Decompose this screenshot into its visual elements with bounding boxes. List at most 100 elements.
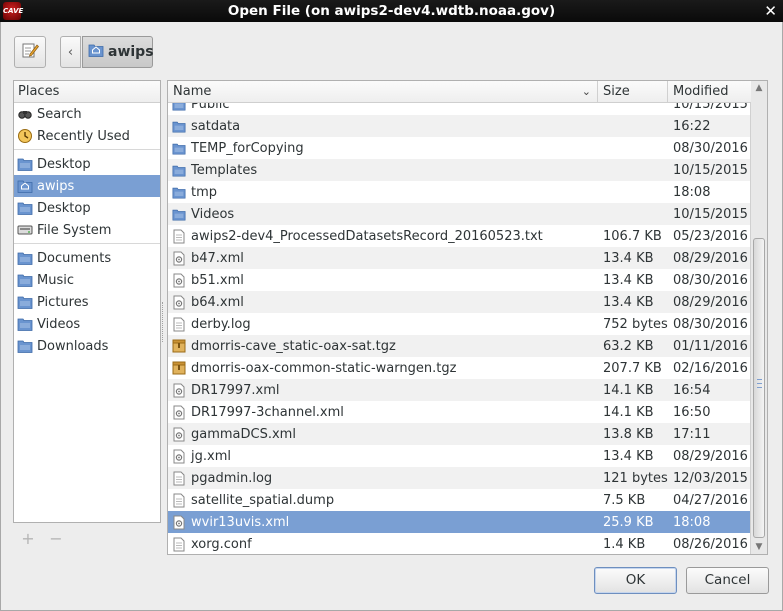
folder-row[interactable]: Templates 10/15/2015: [168, 159, 751, 181]
path-segment-label: awips: [108, 44, 154, 60]
file-row[interactable]: dmorris-cave_static-oax-sat.tgz 63.2 KB 01…: [168, 335, 751, 357]
folder-row[interactable]: tmp 18:08: [168, 181, 751, 203]
column-size[interactable]: Size: [598, 81, 668, 102]
place-item-awips[interactable]: awips: [14, 175, 160, 197]
file-name: DR17997.xml: [191, 382, 280, 398]
place-item-music[interactable]: Music: [14, 269, 160, 291]
ok-button[interactable]: OK: [594, 567, 677, 594]
modified-cell: 08/29/2016: [673, 448, 748, 464]
file-row[interactable]: b64.xml 13.4 KB 08/29/2016: [168, 291, 751, 313]
size-cell: 13.4 KB: [603, 448, 654, 464]
scrollbar-thumb[interactable]: [753, 238, 765, 538]
chevron-left-icon: ‹: [67, 44, 74, 60]
place-item-label: Videos: [37, 316, 81, 332]
close-icon[interactable]: ✕: [764, 0, 777, 22]
place-item-desktop[interactable]: Desktop: [14, 153, 160, 175]
place-item-downloads[interactable]: Downloads: [14, 335, 160, 357]
size-cell: 14.1 KB: [603, 404, 654, 420]
file-row[interactable]: derby.log 752 bytes 08/30/2016: [168, 313, 751, 335]
name-cell: satdata: [168, 118, 598, 134]
remove-bookmark-button[interactable]: −: [49, 531, 63, 547]
file-row[interactable]: b51.xml 13.4 KB 08/30/2016: [168, 269, 751, 291]
file-row[interactable]: dmorris-oax-common-static-warngen.tgz 207…: [168, 357, 751, 379]
home-folder-icon: [88, 43, 104, 61]
file-row[interactable]: satellite_spatial.dump 7.5 KB 04/27/2016: [168, 489, 751, 511]
name-cell: awips2-dev4_ProcessedDatasetsRecord_2016…: [168, 228, 598, 244]
place-item-documents[interactable]: Documents: [14, 247, 160, 269]
place-item-desktop[interactable]: Desktop: [14, 197, 160, 219]
cancel-button[interactable]: Cancel: [686, 567, 769, 594]
file-name: dmorris-cave_static-oax-sat.tgz: [191, 338, 396, 354]
size-cell: 13.4 KB: [603, 272, 654, 288]
column-modified[interactable]: Modified: [668, 81, 751, 102]
scroll-up-arrow-icon[interactable]: ▲: [751, 83, 767, 93]
places-list: Search Recently Used Desktop awips Desktop Fi…: [14, 103, 160, 357]
xml-file-icon: [172, 426, 186, 442]
place-item-videos[interactable]: Videos: [14, 313, 160, 335]
archive-icon: [172, 360, 186, 376]
place-item-file-system[interactable]: File System: [14, 219, 160, 241]
path-back-button[interactable]: ‹: [60, 36, 81, 68]
text-file-icon: [172, 492, 186, 508]
modified-cell: 02/16/2016: [673, 360, 748, 376]
name-cell: satellite_spatial.dump: [168, 492, 598, 508]
folder-icon: [17, 338, 33, 354]
path-segment-button[interactable]: awips: [82, 36, 154, 68]
name-cell: xorg.conf: [168, 536, 598, 552]
pane-resize-handle[interactable]: [162, 302, 165, 342]
place-item-label: Desktop: [37, 156, 91, 172]
file-name: b64.xml: [191, 294, 244, 310]
file-name: dmorris-oax-common-static-warngen.tgz: [191, 360, 457, 376]
file-name: xorg.conf: [191, 536, 252, 552]
add-bookmark-button[interactable]: +: [21, 531, 35, 547]
file-row[interactable]: jg.xml 13.4 KB 08/29/2016: [168, 445, 751, 467]
folder-row[interactable]: satdata 16:22: [168, 115, 751, 137]
size-cell: 207.7 KB: [603, 360, 662, 376]
home-folder-icon: [17, 178, 33, 194]
folder-icon: [17, 200, 33, 216]
file-name: wvir13uvis.xml: [191, 514, 290, 530]
size-cell: 106.7 KB: [603, 228, 662, 244]
file-chooser-dialog: ‹ awips Places Search Recently Used Deskto…: [0, 22, 783, 611]
file-name: TEMP_forCopying: [191, 140, 304, 156]
name-cell: b64.xml: [168, 294, 598, 310]
place-item-label: Search: [37, 106, 82, 122]
scroll-down-arrow-icon[interactable]: ▼: [751, 542, 767, 552]
file-row[interactable]: pgadmin.log 121 bytes 12/03/2015: [168, 467, 751, 489]
folder-row[interactable]: TEMP_forCopying 08/30/2016: [168, 137, 751, 159]
type-location-button[interactable]: [14, 36, 46, 68]
folder-icon: [17, 250, 33, 266]
window-title: Open File (on awips2-dev4.wdtb.noaa.gov): [227, 3, 556, 19]
modified-cell: 10/15/2015: [673, 162, 748, 178]
modified-cell: 18:08: [673, 514, 711, 530]
file-row[interactable]: b47.xml 13.4 KB 08/29/2016: [168, 247, 751, 269]
file-name: tmp: [191, 184, 218, 200]
search-icon: [17, 106, 33, 122]
file-row[interactable]: DR17997.xml 14.1 KB 16:54: [168, 379, 751, 401]
folder-icon: [17, 316, 33, 332]
place-item-search[interactable]: Search: [14, 103, 160, 125]
file-row[interactable]: awips2-dev4_ProcessedDatasetsRecord_2016…: [168, 225, 751, 247]
column-name[interactable]: Name ⌄: [168, 81, 598, 102]
name-cell: DR17997-3channel.xml: [168, 404, 598, 420]
file-name: pgadmin.log: [191, 470, 273, 486]
place-item-recently-used[interactable]: Recently Used: [14, 125, 160, 147]
places-header: Places: [14, 81, 160, 103]
file-row[interactable]: xorg.conf 1.4 KB 08/26/2016: [168, 533, 751, 554]
place-item-label: Desktop: [37, 200, 91, 216]
xml-file-icon: [172, 250, 186, 266]
place-item-pictures[interactable]: Pictures: [14, 291, 160, 313]
file-row[interactable]: gammaDCS.xml 13.8 KB 17:11: [168, 423, 751, 445]
size-cell: 13.8 KB: [603, 426, 654, 442]
file-row[interactable]: DR17997-3channel.xml 14.1 KB 16:50: [168, 401, 751, 423]
name-cell: gammaDCS.xml: [168, 426, 598, 442]
file-name: satdata: [191, 118, 241, 134]
file-row[interactable]: wvir13uvis.xml 25.9 KB 18:08: [168, 511, 751, 533]
modified-cell: 16:54: [673, 382, 711, 398]
file-rows: Public 10/15/2015 satdata 16:22 TEMP_forCopy…: [168, 93, 751, 554]
file-list: Public 10/15/2015 satdata 16:22 TEMP_forCopy…: [167, 80, 768, 555]
text-file-icon: [172, 470, 186, 486]
folder-row[interactable]: Videos 10/15/2015: [168, 203, 751, 225]
column-header: Name ⌄ Size Modified: [168, 81, 751, 103]
vertical-scrollbar[interactable]: ▲ ▼: [750, 81, 767, 554]
